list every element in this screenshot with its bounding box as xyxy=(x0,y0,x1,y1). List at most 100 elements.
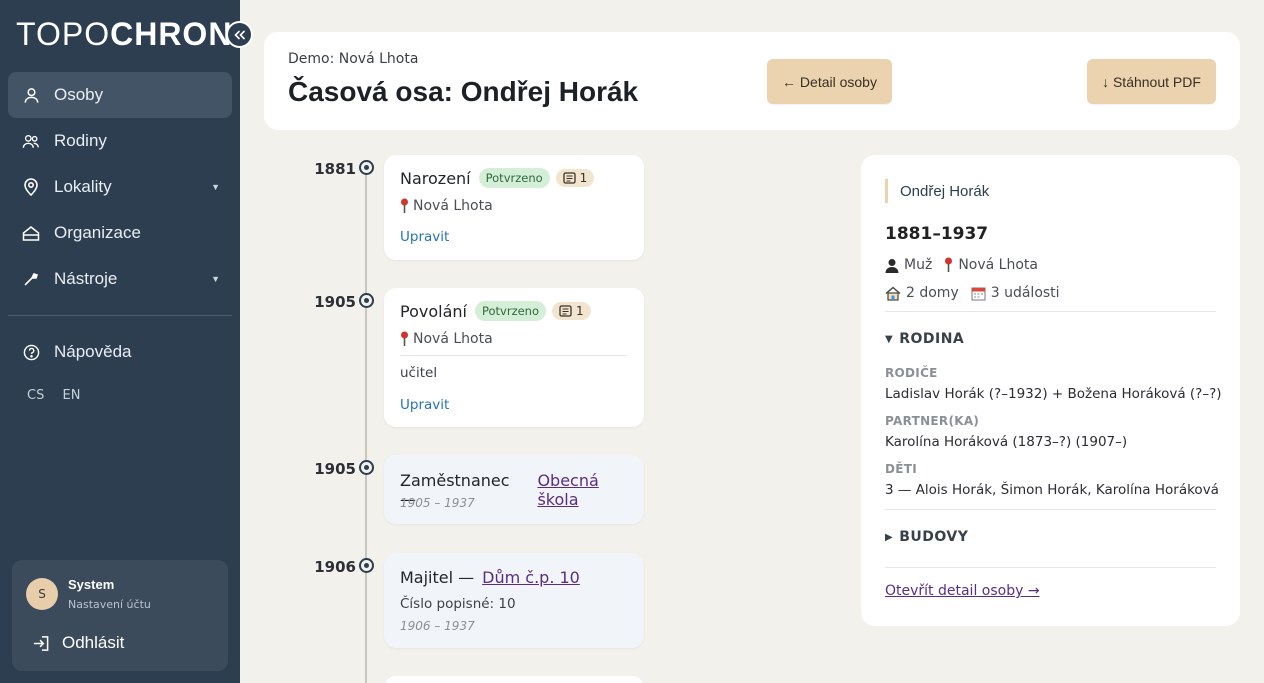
logo-text-chron: CHRON xyxy=(110,16,233,52)
avatar: S xyxy=(26,578,58,610)
calendar-icon xyxy=(971,286,986,301)
nav-item-rodiny[interactable]: Rodiny xyxy=(8,118,232,164)
collapse-sidebar-button[interactable] xyxy=(226,21,253,48)
app-logo[interactable]: TOPOCHRON xyxy=(16,16,232,53)
organization-link[interactable]: Obecná škola xyxy=(537,471,644,509)
page-title: Časová osa: Ondřej Horák xyxy=(288,76,639,107)
event-note: učitel xyxy=(400,365,438,381)
user-name: System xyxy=(68,577,115,592)
download-pdf-button[interactable]: ↓ Stáhnout PDF xyxy=(1087,59,1216,104)
timeline-dot xyxy=(359,160,374,175)
timeline-year: 1906 xyxy=(314,558,356,576)
card-divider xyxy=(885,509,1216,510)
event-place-label: Nová Lhota xyxy=(413,198,493,214)
buildings-section-toggle[interactable]: ▶ BUDOVY xyxy=(885,529,968,545)
location-pin-icon xyxy=(22,178,40,196)
event-header: Povolání Potvrzeno 1 xyxy=(400,301,591,321)
event-header: Majitel — Dům č.p. 10 xyxy=(400,568,580,587)
main-nav: Osoby Rodiny Lokality ▼ Organizace Nástr… xyxy=(8,72,232,302)
nav-item-organizace[interactable]: Organizace xyxy=(8,210,232,256)
wrench-icon xyxy=(22,270,40,288)
parents-value: Ladislav Horák (?–1932) + Božena Horákov… xyxy=(885,386,1222,402)
chevron-down-icon: ▼ xyxy=(211,182,220,192)
timeline-event: Povolání Potvrzeno 1 Nová Lhota učitel U… xyxy=(384,288,644,427)
event-title: Majitel — xyxy=(400,568,475,587)
buildings-heading: BUDOVY xyxy=(899,529,969,545)
timeline-year: 1881 xyxy=(314,160,356,178)
status-badge: Potvrzeno xyxy=(474,301,547,321)
nav-item-nastroje[interactable]: Nástroje ▼ xyxy=(8,256,232,302)
timeline-year: 1905 xyxy=(314,293,356,311)
logout-button[interactable]: Odhlásit xyxy=(32,633,124,653)
book-icon xyxy=(559,305,572,317)
nav-item-label: Nástroje xyxy=(54,269,118,288)
lang-cs[interactable]: CS xyxy=(27,388,44,403)
person-detail-button[interactable]: ← Detail osoby xyxy=(767,59,892,104)
timeline-dot xyxy=(359,558,374,573)
help-icon xyxy=(22,343,40,361)
event-place-label: Nová Lhota xyxy=(413,331,493,347)
sources-count: 1 xyxy=(579,171,588,185)
person-meta-row: 2 domy 3 události xyxy=(885,285,1060,301)
user-box: S System Nastavení účtu Odhlásit xyxy=(12,560,228,671)
partner-value: Karolína Horáková (1873–?) (1907–) xyxy=(885,434,1128,450)
nav-item-lokality[interactable]: Lokality ▼ xyxy=(8,164,232,210)
account-settings-link[interactable]: Nastavení účtu xyxy=(68,598,151,611)
map-pin-icon xyxy=(400,331,409,347)
logout-icon xyxy=(32,635,50,652)
nav-item-osoby[interactable]: Osoby xyxy=(8,72,232,118)
person-lifespan: 1881–1937 xyxy=(885,224,989,244)
event-date-range: 1906 – 1937 xyxy=(400,619,475,633)
sources-badge[interactable]: 1 xyxy=(552,302,591,320)
person-sex: Muž xyxy=(904,257,933,273)
nav-item-label: Rodiny xyxy=(54,131,107,150)
help-section: Nápověda xyxy=(8,329,232,375)
children-value: 3 — Alois Horák, Šimon Horák, Karolína H… xyxy=(885,482,1219,498)
language-switcher: CS EN xyxy=(27,388,94,403)
timeline-event xyxy=(384,676,644,683)
nav-item-label: Nápověda xyxy=(54,342,132,361)
timeline-dot xyxy=(359,293,374,308)
person-name: Ondřej Horák xyxy=(885,179,989,203)
card-divider xyxy=(885,567,1216,568)
family-section-toggle[interactable]: ▼ RODINA xyxy=(885,331,964,347)
event-note: Číslo popisné: 10 xyxy=(400,596,516,612)
house-icon xyxy=(885,286,901,301)
nav-item-napoveda[interactable]: Nápověda xyxy=(8,329,232,375)
partner-label: PARTNER(KA) xyxy=(885,414,980,428)
event-title: Narození xyxy=(400,168,471,188)
timeline-event: Zaměstnanec — Obecná škola 1905 – 1937 xyxy=(384,455,644,524)
sources-count: 1 xyxy=(576,304,584,318)
people-icon xyxy=(22,132,40,150)
person-houses: 2 domy xyxy=(906,285,959,301)
person-meta-row: Muž Nová Lhota xyxy=(885,257,1038,273)
timeline-event: Narození Potvrzeno 1 Nová Lhota Upravit xyxy=(384,155,644,260)
page-header: Demo: Nová Lhota Časová osa: Ondřej Horá… xyxy=(264,32,1240,130)
nav-item-label: Organizace xyxy=(54,223,141,242)
person-place: Nová Lhota xyxy=(958,257,1038,273)
timeline-axis xyxy=(365,168,367,683)
lang-en[interactable]: EN xyxy=(62,388,80,403)
caret-down-icon: ▼ xyxy=(885,333,894,345)
building-icon xyxy=(22,224,40,242)
family-heading: RODINA xyxy=(899,331,965,347)
nav-item-label: Osoby xyxy=(54,85,104,104)
logout-label: Odhlásit xyxy=(62,633,125,652)
event-header: Narození Potvrzeno 1 xyxy=(400,168,595,188)
open-person-detail-link[interactable]: Otevřít detail osoby → xyxy=(885,583,1040,599)
person-silhouette-icon xyxy=(885,258,899,273)
chevron-down-icon: ▼ xyxy=(211,274,220,284)
building-link[interactable]: Dům č.p. 10 xyxy=(482,568,580,587)
sources-badge[interactable]: 1 xyxy=(555,169,595,187)
nav-item-label: Lokality xyxy=(54,177,112,196)
caret-right-icon: ▶ xyxy=(885,531,894,543)
edit-link[interactable]: Upravit xyxy=(400,397,449,413)
event-place: Nová Lhota xyxy=(400,198,493,214)
status-badge: Potvrzeno xyxy=(478,168,550,188)
edit-link[interactable]: Upravit xyxy=(400,229,449,245)
event-title: Povolání xyxy=(400,301,467,321)
timeline-dot xyxy=(359,460,374,475)
logo-text-topo: TOPO xyxy=(16,16,111,52)
person-summary-card: Ondřej Horák 1881–1937 Muž Nová Lhota 2 … xyxy=(861,155,1240,626)
parents-label: RODIČE xyxy=(885,366,938,380)
